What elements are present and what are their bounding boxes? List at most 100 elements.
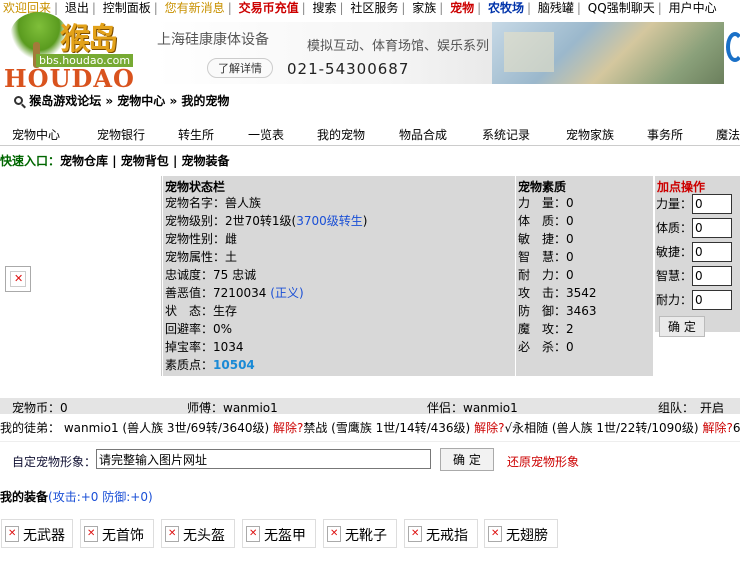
menu-magic[interactable]: 魔法 (716, 126, 740, 143)
menu-pet-center[interactable]: 宠物中心 (12, 126, 60, 143)
status-title: 宠物状态栏 (165, 180, 226, 194)
banner-details-button[interactable]: 了解详情 (207, 58, 273, 78)
search-icon (14, 96, 23, 105)
pet-quality-panel: 宠物素质 力 量：0 体 质：0 敏 捷：0 智 慧：0 耐 力：0 攻 击：3… (515, 176, 653, 376)
endurance-input[interactable] (692, 290, 732, 310)
partner: 伴侣：wanmio1 (427, 401, 518, 415)
unbind-link-1[interactable]: 解除? (273, 421, 303, 435)
slot-ring[interactable]: 无戒指 (404, 519, 478, 548)
nav-family[interactable]: 家族 (409, 0, 439, 16)
slot-boots[interactable]: 无靴子 (323, 519, 397, 548)
disciple-label: 我的徒弟： (0, 421, 61, 435)
menu-synthesis[interactable]: 物品合成 (399, 126, 447, 143)
broken-image-icon (327, 526, 341, 542)
banner-company: 上海硅康康体设备 (157, 32, 269, 48)
team: 组队： 开启 (658, 401, 725, 415)
agility-input[interactable] (692, 242, 732, 262)
custom-confirm-button[interactable]: 确 定 (440, 448, 494, 471)
logo-text-en: HOUDAO (4, 64, 135, 93)
status-drop: 掉宝率：1034 (165, 340, 244, 354)
broken-image-icon (5, 526, 19, 542)
info-bar: 宠物币：0 师傅：wanmio1 伴侣：wanmio1 组队： 开启 (0, 398, 740, 415)
points-value: 10504 (213, 358, 255, 372)
custom-image-row: 自定宠物形象： 确 定 还原宠物形象 (0, 441, 740, 479)
karma-link[interactable]: (正义) (270, 286, 303, 300)
quality-wisdom: 智 慧：0 (518, 250, 574, 264)
slot-armor[interactable]: 无盔甲 (242, 519, 316, 548)
pet-menu: 宠物中心 宠物银行 转生所 一览表 我的宠物 物品合成 系统记录 宠物家族 事务… (0, 121, 740, 146)
disciple-row: 我的徒弟： wanmio1 (兽人族 3世/69转/3640级) 解除?禁战 (… (0, 421, 740, 435)
quick-backpack[interactable]: 宠物背包 (121, 154, 169, 168)
status-gender: 宠物性别：雌 (165, 232, 238, 246)
nav-search[interactable]: 搜索 (309, 0, 339, 16)
nav-community[interactable]: 社区服务 (347, 0, 401, 16)
status-evade: 回避率：0% (165, 322, 233, 336)
rebirth-link[interactable]: 3700级转生 (296, 214, 363, 228)
ad-banner[interactable]: 上海硅康康体设备 模拟互动、体育场馆、娱乐系列 了解详情 021-5430068… (155, 22, 740, 84)
browser-icon (726, 32, 740, 62)
menu-records[interactable]: 系统记录 (482, 126, 530, 143)
quick-equipment[interactable]: 宠物装备 (182, 154, 230, 168)
slot-wings[interactable]: 无翅膀 (484, 519, 558, 548)
disciple-3: √永相随 (兽人族 1世/22转/1090级) (504, 421, 699, 435)
quality-magic-attack: 魔 攻：2 (518, 322, 574, 336)
equipment-slots: 无武器 无首饰 无头盔 无盔甲 无靴子 无戒指 无翅膀 (0, 519, 740, 549)
status-level: 宠物级别：2世70转1级(3700级转生) (165, 214, 368, 228)
broken-image-icon (408, 526, 422, 542)
equipment-stats: (攻击:+0 防御:+0) (48, 490, 153, 504)
site-logo[interactable]: 猴岛 bbs.houdao.com HOUDAO (0, 8, 155, 93)
equipment-header: 我的装备(攻击:+0 防御:+0) (0, 488, 153, 505)
menu-pet-bank[interactable]: 宠物银行 (97, 126, 145, 143)
equipment-title: 我的装备 (0, 490, 49, 504)
restore-image-link[interactable]: 还原宠物形象 (507, 453, 579, 470)
breadcrumb-text[interactable]: 猴岛游戏论坛 » 宠物中心 » 我的宠物 (29, 94, 229, 108)
status-points: 素质点：10504 (165, 358, 255, 372)
status-karma: 善恶值：7210034 (正义) (165, 286, 304, 300)
quick-label: 快速入口： (0, 154, 61, 168)
nav-farm[interactable]: 农牧场 (485, 0, 527, 16)
wisdom-input[interactable] (692, 266, 732, 286)
menu-overview[interactable]: 一览表 (248, 126, 284, 143)
add-points-panel: 加点操作 力量： 体质： 敏捷： 智慧： 耐力： 确 定 (654, 176, 740, 337)
nav-pet[interactable]: 宠物 (447, 0, 477, 16)
nav-messages[interactable]: 您有新消息 (162, 0, 228, 16)
custom-image-label: 自定宠物形象： (12, 455, 97, 469)
quality-critical: 必 杀：0 (518, 340, 574, 354)
breadcrumb: 猴岛游戏论坛 » 宠物中心 » 我的宠物 (14, 92, 229, 109)
disciple-2: 禁战 (雪鹰族 1世/14转/436级) (303, 421, 471, 435)
quality-attack: 攻 击：3542 (518, 286, 597, 300)
broken-image-icon (165, 526, 179, 542)
status-loyalty: 忠诚度：75 忠诚 (165, 268, 257, 282)
constitution-input[interactable] (692, 218, 732, 238)
menu-my-pet[interactable]: 我的宠物 (317, 126, 365, 143)
slot-helmet[interactable]: 无头盔 (161, 519, 235, 548)
menu-rebirth[interactable]: 转生所 (178, 126, 214, 143)
nav-qq-chat[interactable]: QQ强制聊天 (585, 0, 658, 16)
broken-image-icon (5, 266, 31, 292)
nav-recharge[interactable]: 交易币充值 (236, 0, 302, 16)
disciple-1: wanmio1 (兽人族 3世/69转/3640级) (63, 421, 270, 435)
master: 师傅：wanmio1 (187, 401, 278, 415)
quality-defense: 防 御：3463 (518, 304, 597, 318)
strength-input[interactable] (692, 194, 732, 214)
menu-pet-family[interactable]: 宠物家族 (566, 126, 614, 143)
logo-text-cn: 猴岛 (60, 22, 118, 57)
menu-office[interactable]: 事务所 (647, 126, 683, 143)
confirm-points-button[interactable]: 确 定 (659, 316, 705, 337)
nav-can[interactable]: 脑残罐 (535, 0, 577, 16)
pet-status-panel: 宠物状态栏 宠物名字：兽人族 宠物级别：2世70转1级(3700级转生) 宠物性… (163, 176, 515, 376)
addpts-title: 加点操作 (657, 180, 706, 194)
quality-strength: 力 量：0 (518, 196, 574, 210)
quality-title: 宠物素质 (518, 180, 567, 194)
unbind-link-2[interactable]: 解除? (474, 421, 504, 435)
nav-user-center[interactable]: 用户中心 (666, 0, 720, 16)
quick-warehouse[interactable]: 宠物仓库 (60, 154, 108, 168)
slot-weapon[interactable]: 无武器 (1, 519, 73, 548)
pet-coins: 宠物币：0 (12, 401, 68, 415)
status-state: 状 态：生存 (165, 304, 238, 318)
image-url-input[interactable] (96, 449, 431, 469)
pet-image-cell (0, 176, 162, 376)
unbind-link-3[interactable]: 解除? (702, 421, 732, 435)
slot-jewelry[interactable]: 无首饰 (80, 519, 154, 548)
status-attribute: 宠物属性：土 (165, 250, 238, 264)
